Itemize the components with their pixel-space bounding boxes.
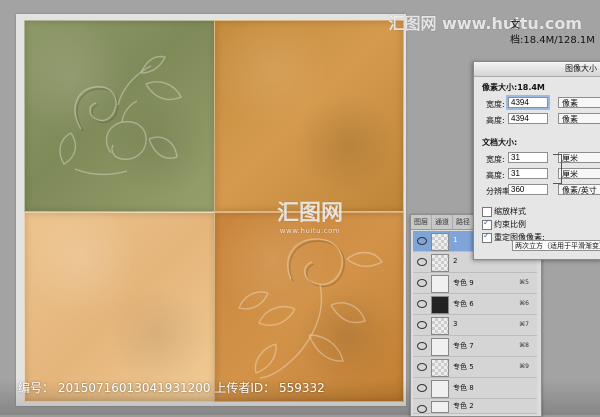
center-watermark: 汇图网 www.huitu.com <box>265 195 355 265</box>
visibility-icon[interactable] <box>417 363 427 371</box>
document-height-label: 高度: <box>486 171 505 180</box>
bottom-id-value: 20150716013041931200 <box>57 381 211 395</box>
scale-styles-checkbox[interactable] <box>482 207 492 217</box>
bottom-watermark: 编号： 20150716013041931200 上传者ID： 559332 <box>18 379 325 396</box>
layer-shortcut: ⌘9 <box>519 363 529 370</box>
layer-name: 专色 8 <box>453 384 474 392</box>
layer-name: 3 <box>453 320 458 328</box>
resample-image-checkbox[interactable] <box>482 231 492 243</box>
layer-name: 2 <box>453 257 458 265</box>
layer-thumbnail <box>431 401 449 413</box>
document-info: 文档:18.4M/128.1M <box>510 20 595 46</box>
tile-top-left <box>24 20 216 212</box>
visibility-icon[interactable] <box>417 342 427 350</box>
layer-name: 专色 9 <box>453 279 474 287</box>
layer-name: 专色 6 <box>453 300 474 308</box>
document-height-unit-select[interactable]: 厘米 <box>558 168 600 179</box>
layer-thumbnail <box>431 275 449 293</box>
resolution-input[interactable] <box>508 184 548 195</box>
layer-thumbnail <box>431 233 449 251</box>
visibility-icon[interactable] <box>417 321 427 329</box>
pixel-dimensions-label: 像素大小:18.4M <box>482 83 545 92</box>
document-width-unit-select[interactable]: 厘米 <box>558 152 600 163</box>
pixel-height-unit-select[interactable]: 像素 <box>558 113 600 124</box>
layer-row[interactable]: 专色 8 <box>413 378 537 399</box>
visibility-icon[interactable] <box>417 405 427 413</box>
pixel-width-unit-select[interactable]: 像素 <box>558 97 600 108</box>
pixel-width-input[interactable] <box>508 97 548 108</box>
visibility-icon[interactable] <box>417 237 427 245</box>
constrain-proportions-label: 约束比例 <box>494 220 526 229</box>
visibility-icon[interactable] <box>417 384 427 392</box>
pixel-width-label: 宽度: <box>486 100 505 109</box>
layer-thumbnail <box>431 380 449 398</box>
tab-paths[interactable]: 路径 <box>453 215 474 229</box>
layer-shortcut: ⌘7 <box>519 321 529 328</box>
layer-name: 专色 2 <box>453 402 474 410</box>
dialog-title: 图像大小 <box>474 62 600 77</box>
bottom-id-label: 编号： <box>18 381 55 395</box>
layer-name: 专色 7 <box>453 342 474 350</box>
rose-emboss-top-left <box>59 55 182 176</box>
layer-name: 1 <box>453 236 458 244</box>
constrain-proportions-checkbox[interactable] <box>482 218 492 230</box>
document-size-label: 文档大小: <box>482 138 518 147</box>
visibility-icon[interactable] <box>417 300 427 308</box>
layer-row[interactable]: 专色 6 ⌘6 <box>413 294 537 315</box>
scale-styles-label: 缩放样式 <box>494 207 526 216</box>
link-bracket-icon <box>553 154 562 184</box>
layer-thumbnail <box>431 254 449 272</box>
layer-thumbnail <box>431 338 449 356</box>
document-width-input[interactable] <box>508 152 548 163</box>
bottom-uploader-value: 559332 <box>278 381 325 395</box>
layer-thumbnail <box>431 296 449 314</box>
document-width-label: 宽度: <box>486 155 505 164</box>
pixel-height-label: 高度: <box>486 116 505 125</box>
layer-row[interactable]: 专色 2 <box>413 399 537 414</box>
resolution-unit-select[interactable]: 像素/英寸 <box>558 184 600 195</box>
image-size-dialog: 图像大小 像素大小:18.4M 宽度: 像素 高度: 像素 文档大小: 宽度: … <box>473 61 600 260</box>
tab-layers[interactable]: 图层 <box>411 215 432 229</box>
center-watermark-main: 汇图网 <box>276 201 343 226</box>
tile-top-right <box>214 20 404 212</box>
tab-channels[interactable]: 通道 <box>432 215 453 229</box>
layer-row[interactable]: 3 ⌘7 <box>413 315 537 336</box>
layer-row[interactable]: 专色 9 ⌘5 <box>413 273 537 294</box>
layer-thumbnail <box>431 317 449 335</box>
visibility-icon[interactable] <box>417 258 427 266</box>
layer-row[interactable]: 专色 7 ⌘8 <box>413 336 537 357</box>
layer-shortcut: ⌘5 <box>519 279 529 286</box>
bottom-uploader-label: 上传者ID： <box>214 381 276 395</box>
tile-bottom-left <box>24 212 216 402</box>
layer-shortcut: ⌘6 <box>519 300 529 307</box>
layer-name: 专色 5 <box>453 363 474 371</box>
layer-row[interactable]: 专色 5 ⌘9 <box>413 357 537 378</box>
layer-shortcut: ⌘8 <box>519 342 529 349</box>
layer-thumbnail <box>431 359 449 377</box>
visibility-icon[interactable] <box>417 279 427 287</box>
resample-method-select[interactable]: 两次立方（适用于平滑渐变） <box>512 240 600 251</box>
center-watermark-sub: www.huitu.com <box>279 227 341 235</box>
document-height-input[interactable] <box>508 168 548 179</box>
pixel-height-input[interactable] <box>508 113 548 124</box>
